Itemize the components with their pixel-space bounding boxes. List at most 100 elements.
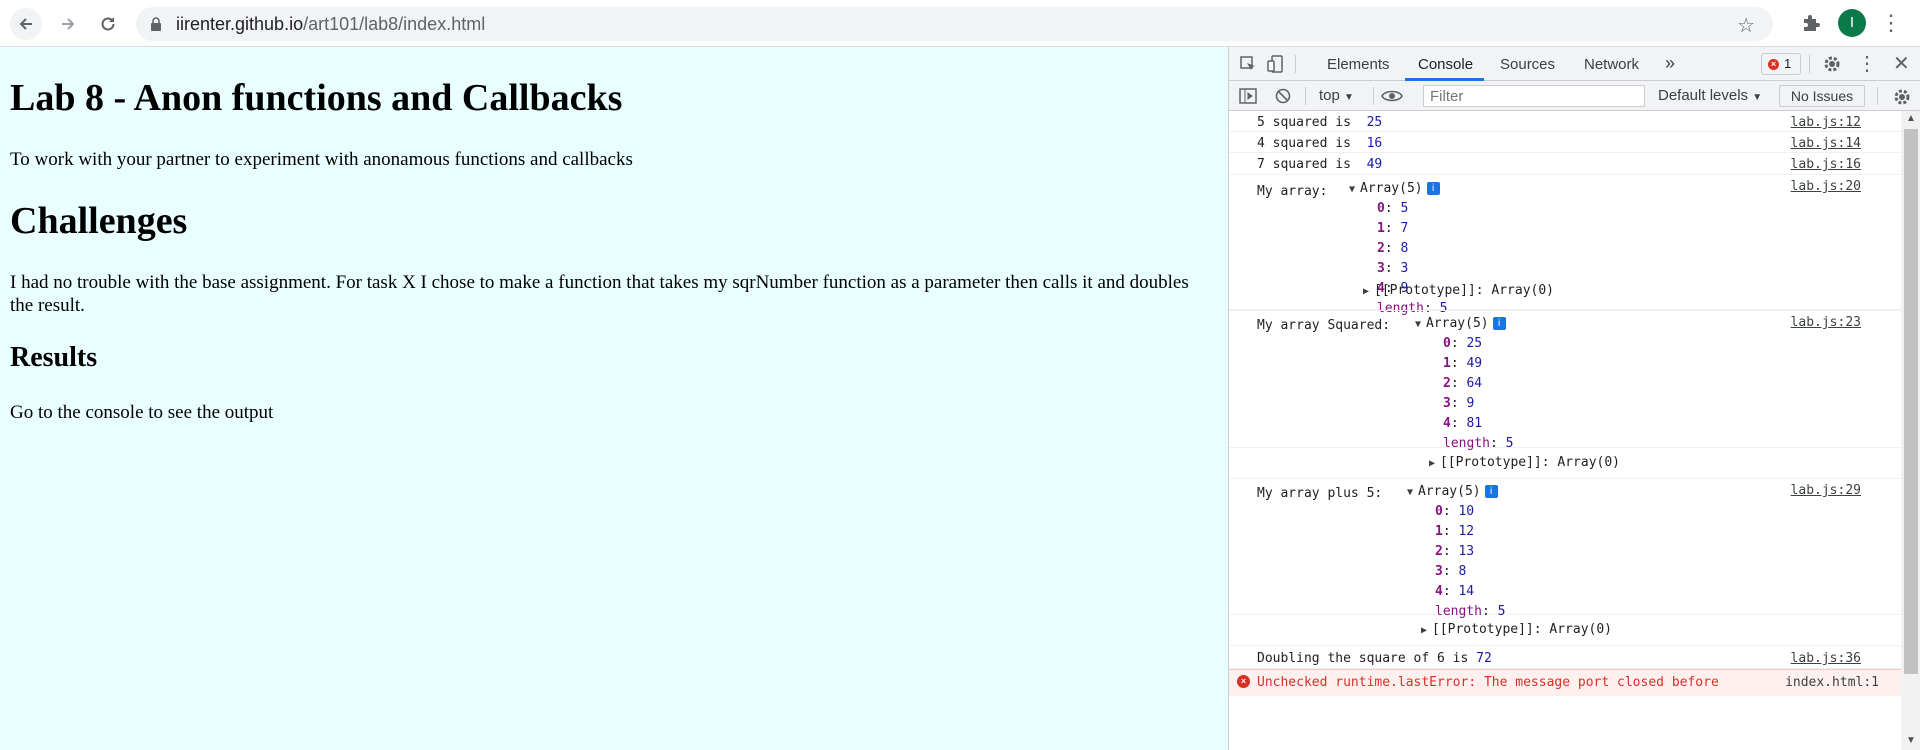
- profile-avatar[interactable]: I: [1838, 9, 1866, 37]
- array-length: length: 5: [1435, 604, 1506, 619]
- info-icon: i: [1492, 317, 1506, 330]
- tab-console[interactable]: Console: [1418, 56, 1473, 73]
- source-link[interactable]: lab.js:14: [1791, 136, 1861, 151]
- prototype-text: [[Prototype]]: Array(0): [1432, 622, 1613, 637]
- device-toolbar-icon[interactable]: [1267, 55, 1285, 73]
- array-item-value: 64: [1466, 376, 1483, 391]
- log-label: 4 squared is: [1257, 136, 1359, 151]
- sidebar-toggle-icon[interactable]: [1239, 88, 1257, 104]
- more-tabs-icon[interactable]: »: [1665, 53, 1675, 74]
- array-item-value: 81: [1466, 416, 1483, 431]
- prototype-row[interactable]: ▶ [[Prototype]]: Array(0): [1429, 455, 1620, 470]
- tab-sources[interactable]: Sources: [1500, 56, 1555, 73]
- array-item-value: 7: [1400, 221, 1409, 236]
- array-length: length: 5: [1443, 436, 1514, 451]
- log-levels-select[interactable]: Default levels ▼: [1658, 87, 1762, 104]
- browser-toolbar: iirenter.github.io/art101/lab8/index.htm…: [0, 0, 1920, 47]
- console-message: 5 squared is 25 lab.js:12: [1229, 111, 1901, 132]
- array-item: 3: 8: [1435, 564, 1467, 579]
- array-item: 1: 49: [1443, 356, 1483, 371]
- array-item: 1: 12: [1435, 524, 1475, 539]
- array-item-value: 25: [1466, 336, 1483, 351]
- error-count: 1: [1784, 56, 1792, 71]
- prototype-row[interactable]: ▶ [[Prototype]]: Array(0): [1363, 283, 1554, 298]
- log-label: My array:: [1257, 184, 1336, 199]
- source-link[interactable]: lab.js:29: [1791, 483, 1861, 498]
- log-label: 5 squared is: [1257, 115, 1359, 130]
- console-error-message: × Unchecked runtime.lastError: The messa…: [1229, 669, 1901, 696]
- log-label: My array plus 5:: [1257, 486, 1391, 501]
- info-icon: i: [1484, 485, 1498, 498]
- context-select[interactable]: top ▼: [1319, 87, 1354, 104]
- array-summary-text: Array(5): [1418, 484, 1481, 499]
- close-devtools-icon[interactable]: ✕: [1893, 51, 1910, 76]
- expand-triangle-icon: ▼: [1407, 487, 1414, 498]
- extensions-puzzle-icon[interactable]: [1800, 12, 1822, 34]
- source-link[interactable]: lab.js:12: [1791, 115, 1861, 130]
- kebab-menu-icon[interactable]: ⋮: [1880, 10, 1902, 36]
- tab-network[interactable]: Network: [1584, 56, 1639, 73]
- console-message: Doubling the square of 6 is 72 lab.js:36: [1229, 645, 1901, 669]
- url-host: iirenter.github.io: [176, 14, 304, 34]
- array-item-value: 8: [1400, 241, 1409, 256]
- scroll-up-icon[interactable]: ▲: [1906, 113, 1916, 124]
- eye-icon[interactable]: [1381, 89, 1403, 103]
- prototype-row[interactable]: ▶ [[Prototype]]: Array(0): [1421, 622, 1612, 637]
- scrollbar-thumb[interactable]: [1904, 129, 1918, 674]
- log-value: 25: [1366, 115, 1383, 130]
- array-item-value: 12: [1458, 524, 1475, 539]
- expand-triangle-icon: ▼: [1415, 319, 1422, 330]
- address-bar[interactable]: iirenter.github.io/art101/lab8/index.htm…: [136, 7, 1773, 41]
- reload-icon: [101, 17, 115, 31]
- array-item-value: 8: [1458, 564, 1467, 579]
- tab-elements[interactable]: Elements: [1327, 56, 1390, 73]
- devtools-menu-icon[interactable]: ⋮: [1857, 51, 1877, 76]
- url-text[interactable]: iirenter.github.io/art101/lab8/index.htm…: [176, 14, 485, 35]
- scroll-down-icon[interactable]: ▼: [1906, 735, 1916, 746]
- back-button[interactable]: [10, 8, 42, 40]
- array-summary[interactable]: ▼ Array(5) i: [1407, 484, 1498, 499]
- console-settings-icon[interactable]: [1893, 88, 1911, 106]
- devtools-panel: Elements Console Sources Network » × 1 ⋮ …: [1228, 47, 1920, 750]
- forward-button[interactable]: [52, 8, 84, 40]
- console-message: My array plus 5: ▼ Array(5) i lab.js:29 0:…: [1229, 478, 1901, 619]
- arrow-right-icon: [62, 18, 75, 30]
- reload-button[interactable]: [92, 8, 124, 40]
- error-text: Unchecked runtime.lastError: The message…: [1257, 675, 1719, 690]
- arrow-left-icon: [19, 18, 32, 30]
- array-item: 0: 10: [1435, 504, 1475, 519]
- intro-paragraph: To work with your partner to experiment …: [10, 149, 633, 170]
- collapsed-triangle-icon: ▶: [1421, 625, 1428, 636]
- array-summary[interactable]: ▼ Array(5) i: [1415, 316, 1506, 331]
- page-content: Lab 8 - Anon functions and Callbacks To …: [0, 47, 1228, 750]
- clear-console-icon[interactable]: [1275, 88, 1291, 104]
- dropdown-arrow-icon: ▼: [1344, 92, 1354, 103]
- array-item: 0: 25: [1443, 336, 1483, 351]
- log-levels-label: Default levels: [1658, 87, 1749, 104]
- source-link[interactable]: lab.js:20: [1791, 179, 1861, 194]
- array-summary[interactable]: ▼ Array(5) i: [1349, 181, 1440, 196]
- bookmark-star-icon[interactable]: ☆: [1737, 13, 1755, 38]
- url-path: /art101/lab8/index.html: [303, 14, 486, 34]
- results-heading: Results: [10, 342, 98, 373]
- prototype-text: [[Prototype]]: Array(0): [1440, 455, 1621, 470]
- issues-button[interactable]: No Issues: [1779, 85, 1865, 107]
- array-item-value: 49: [1466, 356, 1483, 371]
- array-item: 3: 9: [1443, 396, 1475, 411]
- console-scrollbar[interactable]: ▲ ▼: [1901, 111, 1920, 750]
- collapsed-triangle-icon: ▶: [1429, 458, 1436, 469]
- error-circle-icon: ×: [1237, 675, 1250, 688]
- inspect-element-icon[interactable]: [1239, 55, 1257, 73]
- source-link[interactable]: lab.js:16: [1791, 157, 1861, 172]
- array-summary-text: Array(5): [1360, 181, 1423, 196]
- source-link[interactable]: lab.js:36: [1791, 651, 1861, 666]
- error-source-link[interactable]: index.html:1: [1785, 675, 1879, 690]
- log-label: My array Squared:: [1257, 318, 1398, 333]
- error-count-badge[interactable]: × 1: [1761, 53, 1801, 75]
- dropdown-arrow-icon: ▼: [1752, 92, 1763, 103]
- array-item-value: 13: [1458, 544, 1475, 559]
- filter-input[interactable]: [1423, 85, 1645, 107]
- settings-gear-icon[interactable]: [1823, 55, 1841, 73]
- source-link[interactable]: lab.js:23: [1791, 315, 1861, 330]
- array-item: 2: 13: [1435, 544, 1475, 559]
